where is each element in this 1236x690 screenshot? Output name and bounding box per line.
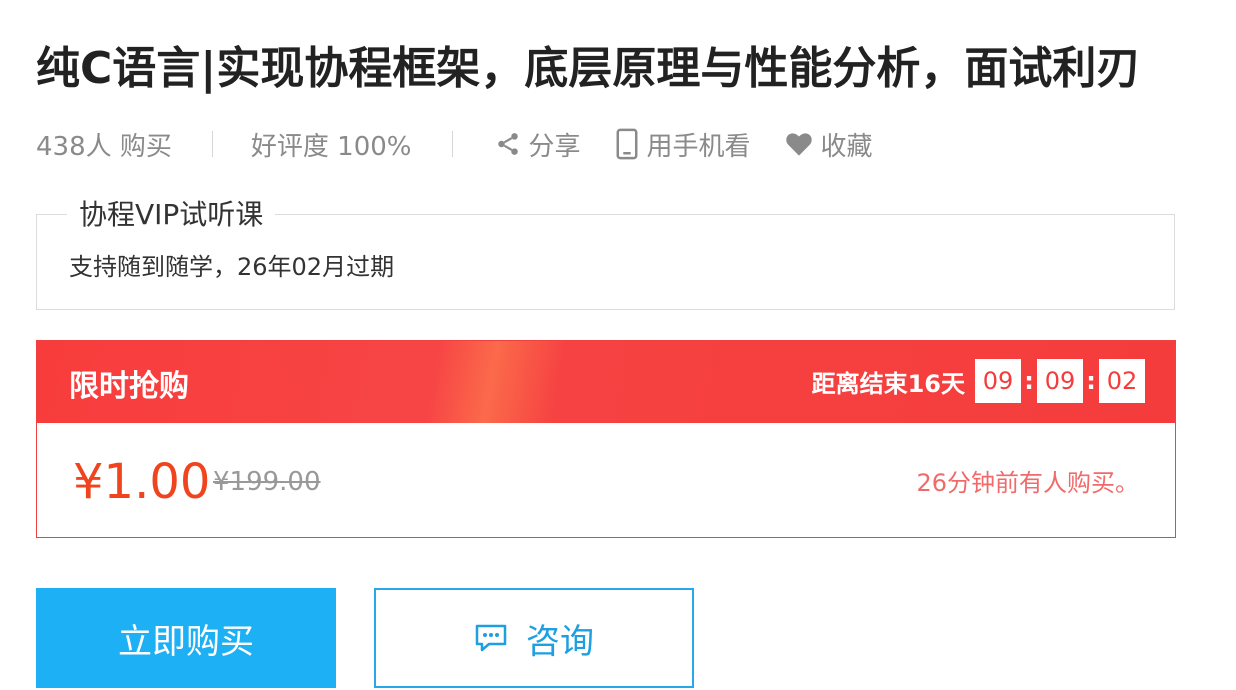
favorite-button[interactable]: 收藏: [785, 126, 873, 163]
course-title: 纯C语言|实现协程框架，底层原理与性能分析，面试利刃: [36, 43, 1141, 94]
share-label: 分享: [528, 131, 581, 162]
buy-now-button[interactable]: 立即购买: [36, 588, 336, 688]
buy-now-label: 立即购买: [118, 621, 254, 662]
watch-on-phone-label: 用手机看: [646, 131, 751, 162]
countdown-colon: :: [1024, 367, 1034, 395]
countdown-minutes: 09: [1037, 359, 1083, 403]
countdown-colon: :: [1086, 367, 1096, 395]
flash-sale-header: 限时抢购 距离结束16天 09 : 09 : 02: [37, 341, 1175, 423]
flash-sale-label: 限时抢购: [69, 369, 189, 404]
countdown-seconds: 02: [1099, 359, 1145, 403]
countdown-prefix: 距离结束16天: [811, 369, 965, 398]
chat-bubble-icon: [475, 624, 507, 652]
plan-description: 支持随到随学，26年02月过期: [69, 253, 395, 281]
buyer-count: 438人 购买: [36, 131, 172, 162]
share-button[interactable]: 分享: [495, 126, 581, 163]
countdown-timer: 距离结束16天 09 : 09 : 02: [812, 359, 1145, 403]
rating: 好评度 100%: [250, 131, 412, 162]
course-meta-bar: 438人 购买 好评度 100% 分享 用手机看 收藏: [36, 122, 907, 166]
meta-divider: [451, 131, 453, 157]
phone-icon: [616, 128, 637, 160]
sale-price: ¥1.00: [73, 454, 211, 510]
heart-icon: [785, 133, 812, 156]
watch-on-phone-button[interactable]: 用手机看: [615, 126, 751, 163]
course-purchase-panel: 纯C语言|实现协程框架，底层原理与性能分析，面试利刃 438人 购买 好评度 1…: [0, 0, 1236, 690]
plan-name: 协程VIP试听课: [67, 195, 276, 235]
flash-sale-box: 限时抢购 距离结束16天 09 : 09 : 02 ¥1.00 ¥199.00 …: [36, 340, 1176, 538]
share-icon: [497, 133, 518, 155]
flash-sale-price-row: ¥1.00 ¥199.00 26分钟前有人购买。: [37, 423, 1175, 537]
consult-label: 咨询: [526, 621, 594, 662]
original-price: ¥199.00: [213, 467, 321, 497]
countdown-hours: 09: [975, 359, 1021, 403]
recent-purchase-notice: 26分钟前有人购买。: [916, 469, 1139, 497]
favorite-label: 收藏: [820, 131, 873, 162]
plan-option[interactable]: 协程VIP试听课 支持随到随学，26年02月过期: [36, 195, 1175, 310]
consult-button[interactable]: 咨询: [374, 588, 694, 688]
meta-divider: [211, 131, 213, 157]
